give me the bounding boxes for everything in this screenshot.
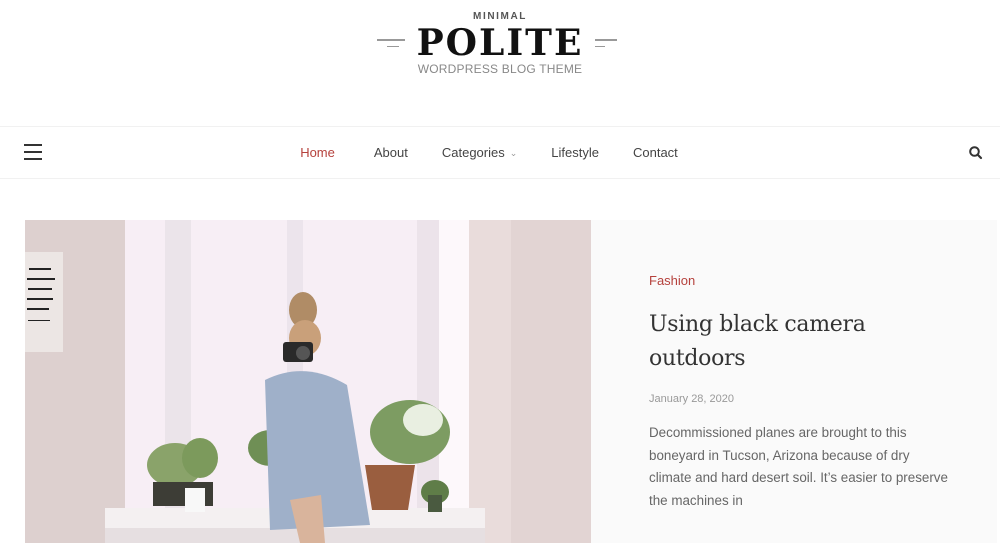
nav-item-label: Home	[300, 145, 335, 160]
post-category-link[interactable]: Fashion	[649, 273, 695, 288]
decorative-lines-right	[595, 39, 623, 47]
site-title-row: POLITE	[0, 24, 1000, 62]
search-button[interactable]	[968, 145, 984, 161]
site-title[interactable]: POLITE	[405, 24, 596, 62]
featured-post: Fashion Using black camera outdoors Janu…	[25, 220, 1000, 543]
nav-item-label: Contact	[632, 145, 678, 160]
nav-item-about[interactable]: About	[374, 145, 408, 160]
sill-edge	[105, 528, 485, 543]
nav-item-label: Categories	[441, 145, 505, 160]
search-icon	[969, 146, 983, 160]
nav-item-lifestyle[interactable]: Lifestyle	[551, 145, 599, 160]
decorative-lines-left	[376, 39, 405, 47]
post-date: January 28, 2020	[649, 393, 735, 405]
main-navigation: Home About Categories ⌄ Lifestyle Contac…	[0, 126, 1000, 179]
wall-right-shadow	[511, 220, 591, 543]
featured-image-illustration	[25, 220, 591, 543]
post-excerpt: Decommissioned planes are brought to thi…	[649, 425, 948, 509]
wall-poster	[25, 252, 63, 352]
site-tagline-top: MINIMAL	[473, 11, 527, 22]
featured-post-image[interactable]	[25, 220, 591, 543]
nav-item-home[interactable]: Home	[300, 145, 335, 160]
window-frame-right	[417, 220, 439, 510]
nav-item-categories[interactable]: Categories ⌄	[442, 145, 517, 160]
site-subtitle: WORDPRESS BLOG THEME	[417, 62, 583, 76]
nav-item-label: Lifestyle	[551, 145, 599, 160]
chevron-down-icon: ⌄	[509, 148, 518, 158]
nav-item-label: About	[373, 145, 408, 160]
site-header: MINIMAL POLITE WORDPRESS BLOG THEME	[0, 0, 1000, 126]
nav-item-contact[interactable]: Contact	[633, 145, 678, 160]
post-title[interactable]: Using black camera outdoors	[649, 308, 949, 376]
featured-post-content: Fashion Using black camera outdoors Janu…	[591, 220, 997, 543]
site-branding[interactable]: MINIMAL POLITE WORDPRESS BLOG THEME	[0, 10, 1000, 76]
nav-menu: Home About Categories ⌄ Lifestyle Contac…	[0, 127, 1000, 178]
